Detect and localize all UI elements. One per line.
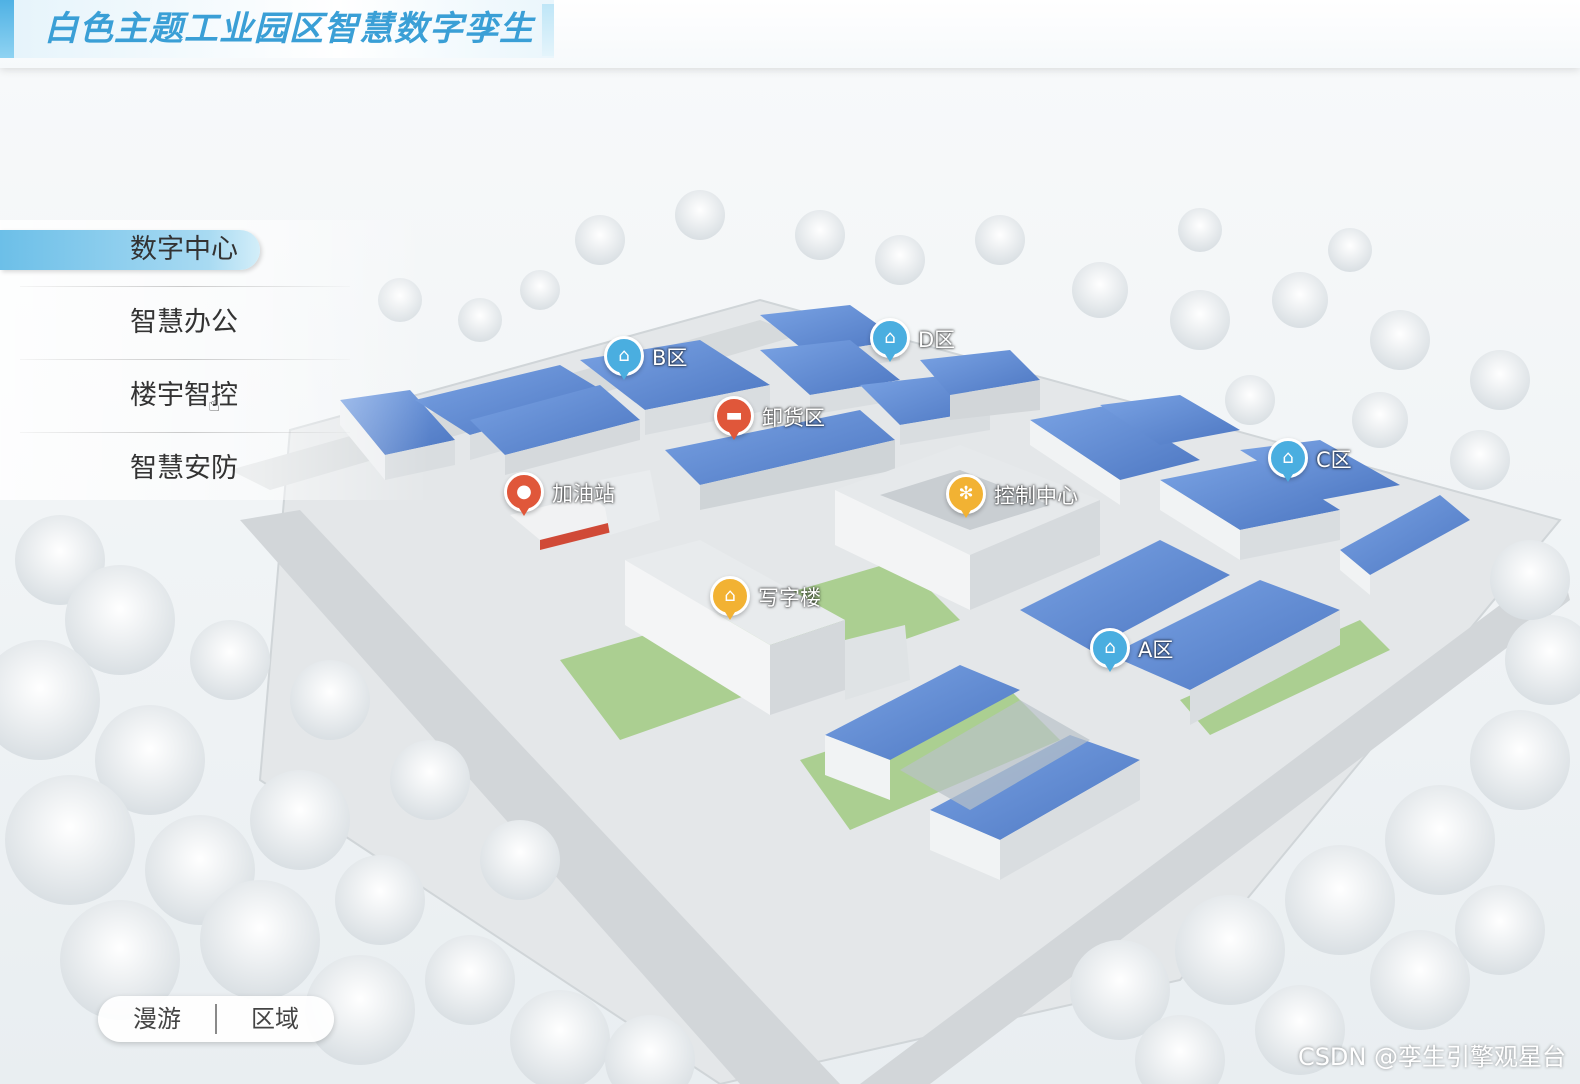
roam-button[interactable]: 漫游: [98, 996, 216, 1042]
menu-item-smart-security[interactable]: 智慧安防: [0, 449, 300, 489]
marker-label: 卸货区: [762, 406, 825, 430]
header-accent-bar: [0, 0, 14, 58]
hand-cursor-icon: ☝: [208, 392, 221, 416]
marker-label: C区: [1316, 448, 1352, 472]
top-header: 白色主题工业园区智慧数字孪生: [0, 0, 1580, 68]
marker-label: A区: [1138, 638, 1174, 662]
view-mode-toggle: 漫游 区域: [98, 996, 334, 1042]
menu-item-building-control[interactable]: 楼宇智控: [0, 376, 300, 416]
menu-divider: [20, 359, 350, 360]
marker-label: B区: [652, 346, 688, 370]
fuel-tanker-icon: ●: [504, 472, 544, 512]
marker-label: 加油站: [552, 482, 615, 506]
home-icon: ⌂: [710, 576, 750, 616]
title-plate-end: [542, 4, 554, 56]
menu-divider: [20, 286, 350, 287]
menu-item-smart-office[interactable]: 智慧办公: [0, 303, 300, 343]
menu-item-digital-center[interactable]: 数字中心: [0, 230, 260, 270]
menu-divider: [20, 432, 350, 433]
warehouse-icon: ⌂: [604, 336, 644, 376]
marker-label: D区: [918, 328, 956, 352]
watermark: CSDN @孪生引擎观星台: [1297, 1043, 1566, 1071]
warehouse-icon: ⌂: [1268, 438, 1308, 478]
warehouse-icon: ⌂: [1090, 628, 1130, 668]
area-button[interactable]: 区域: [216, 996, 334, 1042]
atom-icon: ✻: [946, 474, 986, 514]
left-nav-menu: 数字中心 智慧办公 楼宇智控 智慧安防: [0, 220, 430, 500]
page-title: 白色主题工业园区智慧数字孪生: [44, 9, 534, 49]
marker-label: 写字楼: [758, 586, 821, 610]
warehouse-icon: ⌂: [870, 318, 910, 358]
marker-label: 控制中心: [994, 484, 1078, 508]
truck-icon: ▬: [714, 396, 754, 436]
